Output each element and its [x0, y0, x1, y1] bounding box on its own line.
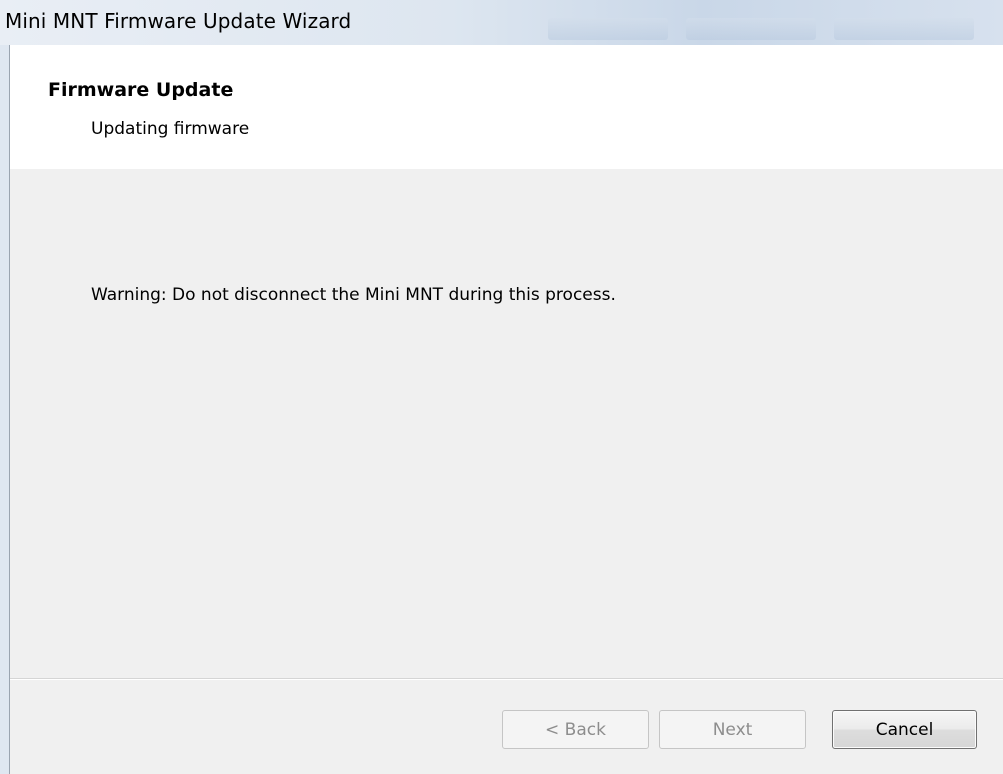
wizard-window: Mini MNT Firmware Update Wizard Firmware…: [0, 0, 1003, 774]
wizard-header: Firmware Update Updating firmware: [10, 45, 1003, 169]
background-blur-strip: [548, 18, 668, 40]
title-bar[interactable]: Mini MNT Firmware Update Wizard: [0, 0, 1003, 45]
cancel-button[interactable]: Cancel: [832, 710, 977, 749]
footer-separator: [10, 678, 1003, 680]
wizard-body: Firmware Update Updating firmware Warnin…: [9, 45, 1003, 774]
page-subtitle: Updating firmware: [91, 119, 250, 139]
page-title: Firmware Update: [48, 79, 234, 101]
next-button[interactable]: Next: [659, 710, 806, 749]
window-title: Mini MNT Firmware Update Wizard: [5, 9, 352, 33]
back-button[interactable]: < Back: [502, 710, 649, 749]
background-blur-strip: [686, 18, 816, 40]
background-blur-strip: [834, 18, 974, 40]
warning-message: Warning: Do not disconnect the Mini MNT …: [91, 285, 616, 305]
